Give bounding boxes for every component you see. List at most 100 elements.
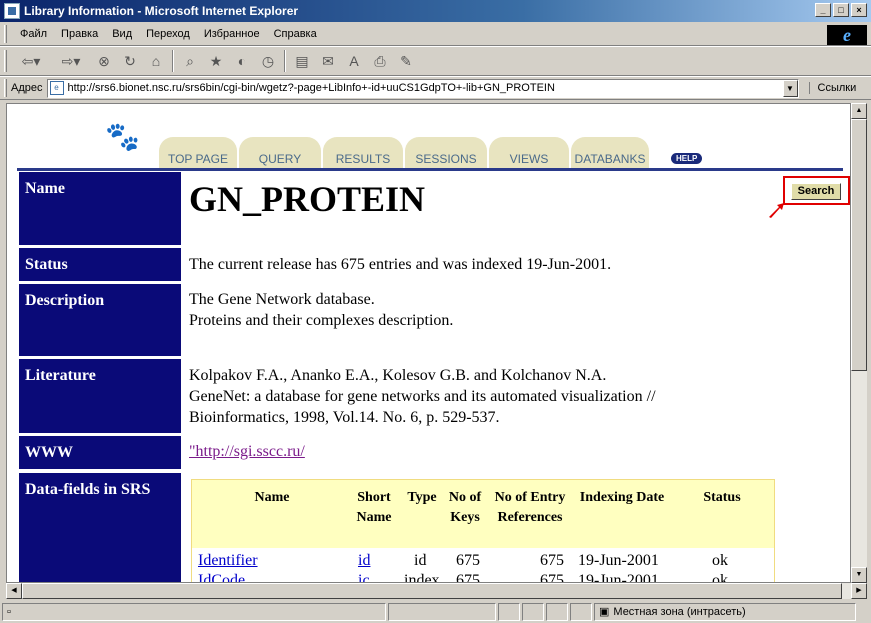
toolbar-separator — [172, 50, 174, 72]
intranet-zone-icon: ▣ — [599, 606, 610, 618]
field-refs: 675 — [540, 572, 564, 583]
address-url[interactable]: http://srs6.bionet.nsc.ru/srs6bin/cgi-bi… — [68, 82, 555, 94]
scroll-up-icon[interactable]: ▲ — [851, 103, 867, 119]
status-cell — [388, 602, 496, 621]
table-header: Name Short Name Type No of Keys No of En… — [192, 480, 774, 548]
field-date: 19-Jun-2001 — [578, 552, 659, 569]
horizontal-scrollbar[interactable]: ◀ ▶ — [6, 583, 867, 599]
toolbar-grip — [4, 50, 7, 72]
zone-label: Местная зона (интрасеть) — [613, 605, 746, 618]
search-button[interactable]: Search — [791, 183, 841, 200]
forward-icon[interactable]: ⇨▾ — [51, 49, 91, 73]
tab-databanks[interactable]: DATABANKS — [571, 137, 649, 169]
field-type: index — [404, 572, 440, 583]
horizontal-scroll-thumb[interactable] — [22, 583, 842, 599]
status-cell — [570, 602, 592, 621]
tab-views[interactable]: VIEWS — [489, 137, 569, 169]
history-icon[interactable]: ◷ — [255, 49, 281, 73]
title-bar: Library Information - Microsoft Internet… — [0, 0, 871, 22]
links-button[interactable]: Ссылки — [808, 82, 856, 94]
status-zone: ▣ Местная зона (интрасеть) — [594, 602, 856, 621]
field-type: id — [414, 552, 427, 569]
refresh-icon[interactable]: ↻ — [117, 49, 143, 73]
col-entry-references: No of Entry References — [494, 490, 566, 525]
back-icon[interactable]: ⇦▾ — [11, 49, 51, 73]
literature-line: Bioinformatics, 1998, Vol.14. No. 6, p. … — [189, 409, 500, 426]
search-icon[interactable]: ⌕ — [177, 49, 203, 73]
scroll-left-icon[interactable]: ◀ — [6, 583, 22, 599]
tab-query[interactable]: QUERY — [239, 137, 321, 169]
channels-icon[interactable]: ▤ — [289, 49, 315, 73]
literature-label: Literature — [19, 359, 181, 433]
scroll-right-icon[interactable]: ▶ — [851, 583, 867, 599]
scroll-down-icon[interactable]: ▼ — [851, 567, 867, 583]
menu-file[interactable]: Файл — [13, 28, 54, 40]
address-label: Адрес — [11, 82, 43, 94]
field-short-name-link[interactable]: id — [358, 552, 370, 570]
page-viewport: 🐾 TOP PAGE QUERY RESULTS SESSIONS VIEWS … — [6, 103, 851, 583]
media-icon[interactable]: ◐ — [229, 49, 255, 73]
table-row: IdCode ic index 675 675 19-Jun-2001 ok — [192, 572, 774, 583]
menu-help[interactable]: Справка — [267, 28, 324, 40]
field-short-name-link[interactable]: ic — [358, 572, 370, 582]
close-button[interactable]: × — [851, 3, 867, 17]
mail-icon[interactable]: ✉ — [315, 49, 341, 73]
font-size-icon[interactable]: A — [341, 49, 367, 73]
field-status: ok — [712, 572, 728, 583]
description-line: Proteins and their complexes description… — [189, 312, 454, 329]
print-icon[interactable]: ⎙ — [367, 49, 393, 73]
col-name: Name — [254, 490, 290, 505]
description-line: The Gene Network database. — [189, 291, 375, 308]
status-cell — [546, 602, 568, 621]
page-icon: e — [49, 81, 64, 95]
col-indexing-date: Indexing Date — [579, 490, 665, 505]
status-page-icon: ▫ — [7, 605, 11, 618]
address-input[interactable]: e http://srs6.bionet.nsc.ru/srs6bin/cgi-… — [46, 78, 799, 98]
data-fields-table: Name Short Name Type No of Keys No of En… — [191, 479, 775, 583]
col-short-name: Short Name — [356, 490, 392, 525]
field-keys: 675 — [456, 552, 480, 569]
ie-logo-icon: e — [827, 25, 867, 45]
field-status: ok — [712, 552, 728, 569]
www-label: WWW — [19, 436, 181, 469]
stop-icon[interactable]: ⊗ — [91, 49, 117, 73]
menu-bar: Файл Правка Вид Переход Избранное Справк… — [0, 22, 871, 46]
field-keys: 675 — [456, 572, 480, 583]
field-date: 19-Jun-2001 — [578, 572, 659, 583]
field-name-link[interactable]: IdCode — [198, 572, 245, 582]
vertical-scrollbar[interactable]: ▲ ▼ — [851, 103, 867, 583]
red-arrow-icon — [769, 203, 784, 218]
maximize-button[interactable]: □ — [833, 3, 849, 17]
vertical-scroll-thumb[interactable] — [851, 119, 867, 371]
www-link[interactable]: "http://sgi.sscc.ru/ — [189, 443, 305, 460]
tab-sessions[interactable]: SESSIONS — [405, 137, 487, 169]
home-icon[interactable]: ⌂ — [143, 49, 169, 73]
status-cell — [498, 602, 520, 621]
menu-view[interactable]: Вид — [105, 28, 139, 40]
address-dropdown-icon[interactable]: ▼ — [782, 79, 798, 97]
table-row: Identifier id id 675 675 19-Jun-2001 ok — [192, 552, 774, 572]
description-label: Description — [19, 284, 181, 356]
status-value: The current release has 675 entries and … — [189, 256, 612, 273]
favorites-icon[interactable]: ★ — [203, 49, 229, 73]
menu-grip — [4, 24, 7, 43]
toolbar-separator — [284, 50, 286, 72]
edit-icon[interactable]: ✎ — [393, 49, 419, 73]
menu-go[interactable]: Переход — [139, 28, 197, 40]
toolbar: ⇦▾ ⇨▾ ⊗ ↻ ⌂ ⌕ ★ ◐ ◷ ▤ ✉ A ⎙ ✎ — [0, 46, 871, 76]
tab-top-page[interactable]: TOP PAGE — [159, 137, 237, 169]
help-button[interactable]: HELP — [671, 153, 703, 164]
menu-edit[interactable]: Правка — [54, 28, 105, 40]
name-label: Name — [19, 172, 181, 245]
col-no-of-keys: No of Keys — [448, 490, 482, 525]
minimize-button[interactable]: _ — [815, 3, 831, 17]
field-name-link[interactable]: Identifier — [198, 552, 258, 570]
status-bar: ▫ ▣ Местная зона (интрасеть) — [0, 600, 871, 623]
address-bar: Адрес e http://srs6.bionet.nsc.ru/srs6bi… — [0, 76, 871, 100]
status-label: Status — [19, 248, 181, 281]
ie-page-icon — [4, 3, 20, 19]
col-status: Status — [703, 490, 741, 505]
tab-results[interactable]: RESULTS — [323, 137, 403, 169]
menu-favorites[interactable]: Избранное — [197, 28, 267, 40]
literature-line: GeneNet: a database for gene networks an… — [189, 388, 656, 405]
